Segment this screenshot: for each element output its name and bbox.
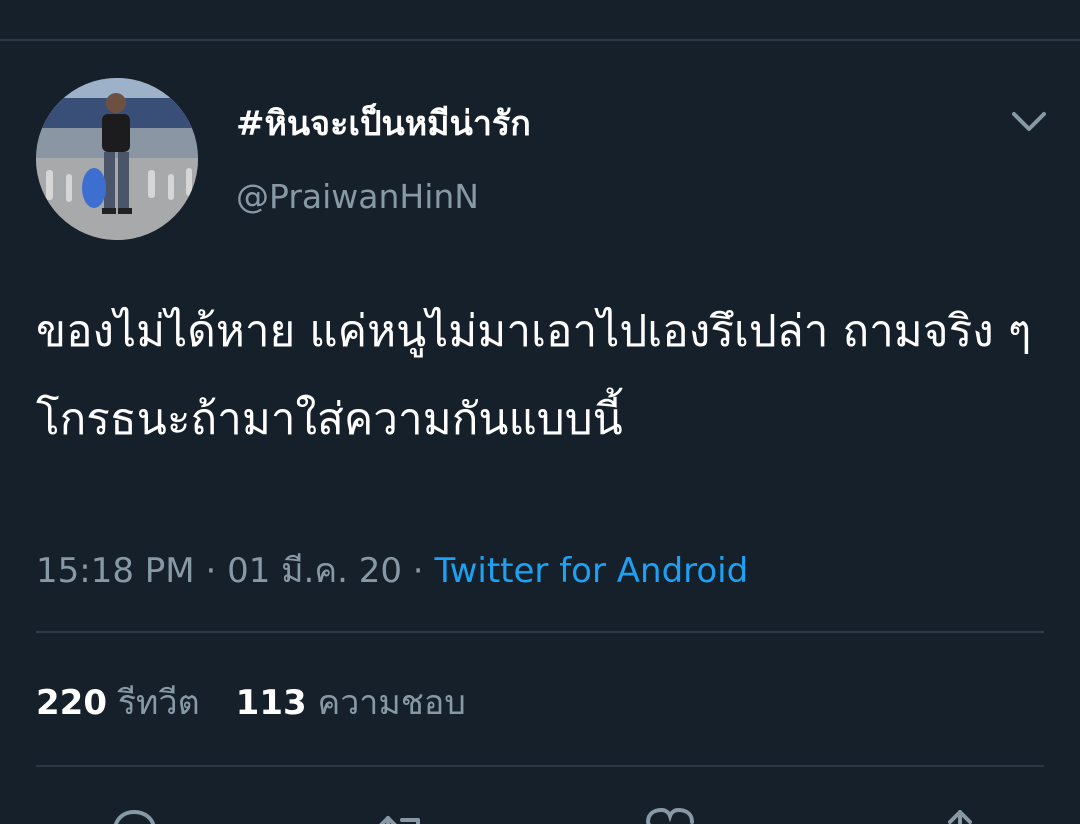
like-count[interactable]: 113 <box>236 683 307 723</box>
tweet-time: 15:18 PM <box>36 551 195 591</box>
tweet-date: 01 มี.ค. 20 <box>227 551 402 591</box>
like-label[interactable]: ความชอบ <box>317 683 465 723</box>
avatar[interactable] <box>36 78 198 240</box>
top-divider <box>0 39 1080 41</box>
display-name[interactable]: #หินจะเป็นหมีน่ารัก <box>236 100 531 148</box>
retweet-icon[interactable] <box>372 800 432 824</box>
heart-icon[interactable] <box>640 800 700 824</box>
tweet-text: ของไม่ได้หาย แค่หนูไม่มาเอาไปเองรึเปล่า … <box>36 306 1060 445</box>
avatar-photo <box>36 78 198 240</box>
meta-separator: · <box>194 551 228 591</box>
user-handle[interactable]: @PraiwanHinN <box>236 173 479 221</box>
retweet-label[interactable]: รีทวีต <box>118 683 200 723</box>
engagement-stats: 220 รีทวีต 113 ความชอบ <box>36 678 466 728</box>
retweet-count[interactable]: 220 <box>36 683 107 723</box>
chevron-down-icon[interactable] <box>1008 104 1050 140</box>
meta-separator: · <box>402 551 435 591</box>
share-icon[interactable] <box>930 800 990 824</box>
divider <box>36 631 1044 633</box>
reply-icon[interactable] <box>104 800 164 824</box>
divider <box>36 765 1044 767</box>
tweet-detail-screen: #หินจะเป็นหมีน่ารัก @PraiwanHinN ของไม่ไ… <box>0 0 1080 824</box>
tweet-meta: 15:18 PM · 01 มี.ค. 20 · Twitter for And… <box>36 546 748 596</box>
tweet-source-link[interactable]: Twitter for Android <box>434 551 748 591</box>
